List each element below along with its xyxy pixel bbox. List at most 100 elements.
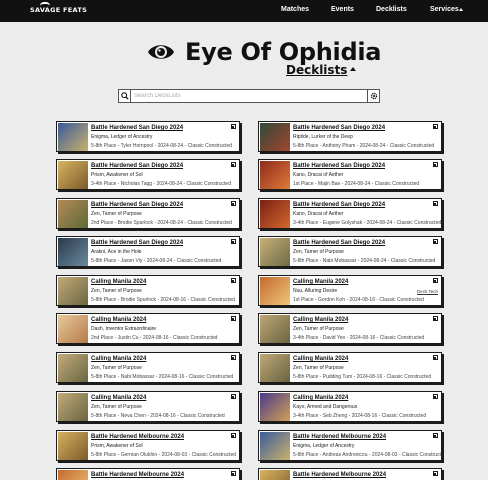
external-link-icon[interactable]	[433, 278, 438, 283]
decklist-card[interactable]: Calling Manila 2024 Zen, Tamer of Purpose…	[56, 391, 240, 422]
external-link-icon[interactable]	[433, 394, 438, 399]
deck-event-title[interactable]: Battle Hardened Melbourne 2024	[293, 434, 386, 440]
external-link-icon[interactable]	[433, 433, 438, 438]
decklist-card[interactable]: Calling Manila 2024 Dash, Inventor Extrao…	[56, 313, 240, 344]
deck-meta: 3-4th Place - Seb Zheng - 2024-08-16 - C…	[293, 413, 427, 419]
deck-event-title[interactable]: Calling Manila 2024	[293, 356, 348, 362]
deck-hero-name: Dash, Inventor Extraordinaire	[91, 326, 157, 332]
decklist-card[interactable]: Battle Hardened San Diego 2024 Arakni, Ac…	[56, 236, 240, 267]
decklist-card[interactable]: Battle Hardened San Diego 2024 Kano, Drac…	[258, 198, 442, 229]
deck-event-title[interactable]: Calling Manila 2024	[91, 279, 146, 285]
decklist-card[interactable]: Calling Manila 2024 Zen, Tamer of Purpose…	[258, 352, 442, 383]
hero-card-art	[58, 315, 88, 343]
decklist-card[interactable]: Battle Hardened San Diego 2024 Enigma, Le…	[56, 121, 240, 152]
hero-card-art	[260, 238, 290, 266]
deck-hero-name: Zen, Tamer of Purpose	[293, 326, 344, 332]
deck-hero-name: Enigma, Ledger of Ancestry	[91, 134, 153, 140]
external-link-icon[interactable]	[433, 239, 438, 244]
external-link-icon[interactable]	[231, 278, 236, 283]
decklist-card[interactable]: Calling Manila 2024 Zen, Tamer of Purpose…	[56, 352, 240, 383]
external-link-icon[interactable]	[433, 201, 438, 206]
deck-meta: 5-8th Place - Anthony Pham - 2024-08-24 …	[293, 143, 435, 149]
deck-meta: 5-8th Place - Jason Viy - 2024-08-24 - C…	[91, 258, 222, 264]
external-link-icon[interactable]	[231, 394, 236, 399]
deck-event-title[interactable]: Battle Hardened San Diego 2024	[91, 125, 183, 131]
external-link-icon[interactable]	[231, 124, 236, 129]
decklist-card[interactable]: Battle Hardened Melbourne 2024 Enigma, Le…	[258, 430, 442, 461]
external-link-icon[interactable]	[433, 316, 438, 321]
deck-event-title[interactable]: Calling Manila 2024	[293, 317, 348, 323]
deck-meta: 2nd Place - Brodie Spurlock - 2024-08-24…	[91, 220, 232, 226]
decklist-grid: Battle Hardened San Diego 2024 Enigma, Le…	[0, 0, 488, 480]
deck-event-title[interactable]: Battle Hardened San Diego 2024	[293, 163, 385, 169]
deck-event-title[interactable]: Calling Manila 2024	[91, 395, 146, 401]
decklist-card[interactable]: Calling Manila 2024 Zen, Tamer of Purpose…	[56, 275, 240, 306]
deck-hero-name: Prism, Awakener of Sol	[91, 443, 143, 449]
deck-hero-name: Zen, Tamer of Purpose	[91, 365, 142, 371]
external-link-icon[interactable]	[231, 471, 236, 476]
deck-hero-name: Riptide, Lurker of the Deep	[293, 134, 353, 140]
deck-event-title[interactable]: Battle Hardened San Diego 2024	[91, 240, 183, 246]
deck-event-title[interactable]: Battle Hardened San Diego 2024	[91, 202, 183, 208]
external-link-icon[interactable]	[231, 201, 236, 206]
hero-card-art	[58, 470, 88, 480]
decklist-card[interactable]: Battle Hardened Melbourne 2024 Prism, Awa…	[56, 430, 240, 461]
external-link-icon[interactable]	[231, 239, 236, 244]
deck-hero-name: Zen, Tamer of Purpose	[91, 404, 142, 410]
hero-card-art	[260, 123, 290, 151]
decklist-card[interactable]: Calling Manila 2024 Zen, Tamer of Purpose…	[258, 313, 442, 344]
hero-card-art	[260, 277, 290, 305]
deck-hero-name: Nuu, Alluring Desire	[293, 288, 338, 294]
deck-event-title[interactable]: Battle Hardened Melbourne 2024	[91, 434, 184, 440]
deck-meta: 2nd Place - Justin Cu - 2024-08-16 - Cla…	[91, 335, 218, 341]
deck-event-title[interactable]: Calling Manila 2024	[293, 279, 348, 285]
deck-meta: 5-8th Place - Brodie Spurlock - 2024-08-…	[91, 297, 235, 303]
decklist-card[interactable]: Battle Hardened San Diego 2024 Zen, Tamer…	[258, 236, 442, 267]
deck-event-title[interactable]: Calling Manila 2024	[293, 395, 348, 401]
deck-meta: 5-8th Place - Andreas Andronicou - 2024-…	[293, 452, 442, 458]
deck-meta: 1st Place - Gordon Koh - 2024-08-16 - Cl…	[293, 297, 424, 303]
deck-hero-name: Kano, Dracai of Aether	[293, 211, 344, 217]
decklist-card[interactable]: Battle Hardened Melbourne 2024	[258, 468, 442, 480]
hero-card-art	[58, 393, 88, 421]
external-link-icon[interactable]	[433, 124, 438, 129]
decklist-card[interactable]: Calling Manila 2024 Kayo, Armed and Dange…	[258, 391, 442, 422]
decklist-card[interactable]: Battle Hardened San Diego 2024 Prism, Awa…	[56, 159, 240, 190]
deck-meta: 5-8th Place - German Olukhin - 2024-08-0…	[91, 452, 237, 458]
deck-meta: 3-4th Place - Nicholas Tagg - 2024-08-24…	[91, 181, 231, 187]
deck-event-title[interactable]: Battle Hardened Melbourne 2024	[91, 472, 184, 478]
hero-card-art	[260, 200, 290, 228]
hero-card-art	[260, 354, 290, 382]
hero-card-art	[260, 393, 290, 421]
hero-card-art	[260, 432, 290, 460]
external-link-icon[interactable]	[231, 316, 236, 321]
decklist-card[interactable]: Calling Manila 2024 Nuu, Alluring Desire 1…	[258, 275, 442, 306]
decklist-card[interactable]: Battle Hardened San Diego 2024 Riptide, L…	[258, 121, 442, 152]
deck-hero-name: Zen, Tamer of Purpose	[91, 211, 142, 217]
decklist-card[interactable]: Battle Hardened Melbourne 2024	[56, 468, 240, 480]
deck-meta: 5-8th Place - Tyler Hornpool - 2024-08-2…	[91, 143, 233, 149]
external-link-icon[interactable]	[433, 355, 438, 360]
deck-hero-name: Kayo, Armed and Dangerous	[293, 404, 358, 410]
hero-card-art	[58, 277, 88, 305]
deck-hero-name: Arakni, Ace in the Hole	[91, 249, 142, 255]
external-link-icon[interactable]	[433, 471, 438, 476]
deck-event-title[interactable]: Battle Hardened San Diego 2024	[293, 125, 385, 131]
decklist-card[interactable]: Battle Hardened San Diego 2024 Kano, Drac…	[258, 159, 442, 190]
deck-tech-link[interactable]: Deck Tech	[417, 289, 438, 294]
external-link-icon[interactable]	[231, 433, 236, 438]
deck-hero-name: Prism, Awakener of Sol	[91, 172, 143, 178]
hero-card-art	[260, 315, 290, 343]
deck-hero-name: Zen, Tamer of Purpose	[91, 288, 142, 294]
deck-event-title[interactable]: Battle Hardened Melbourne 2024	[293, 472, 386, 478]
external-link-icon[interactable]	[231, 162, 236, 167]
deck-event-title[interactable]: Battle Hardened San Diego 2024	[293, 202, 385, 208]
deck-event-title[interactable]: Calling Manila 2024	[91, 317, 146, 323]
deck-event-title[interactable]: Battle Hardened San Diego 2024	[91, 163, 183, 169]
deck-event-title[interactable]: Battle Hardened San Diego 2024	[293, 240, 385, 246]
deck-event-title[interactable]: Calling Manila 2024	[91, 356, 146, 362]
external-link-icon[interactable]	[231, 355, 236, 360]
decklist-card[interactable]: Battle Hardened San Diego 2024 Zen, Tamer…	[56, 198, 240, 229]
hero-card-art	[58, 161, 88, 189]
external-link-icon[interactable]	[433, 162, 438, 167]
